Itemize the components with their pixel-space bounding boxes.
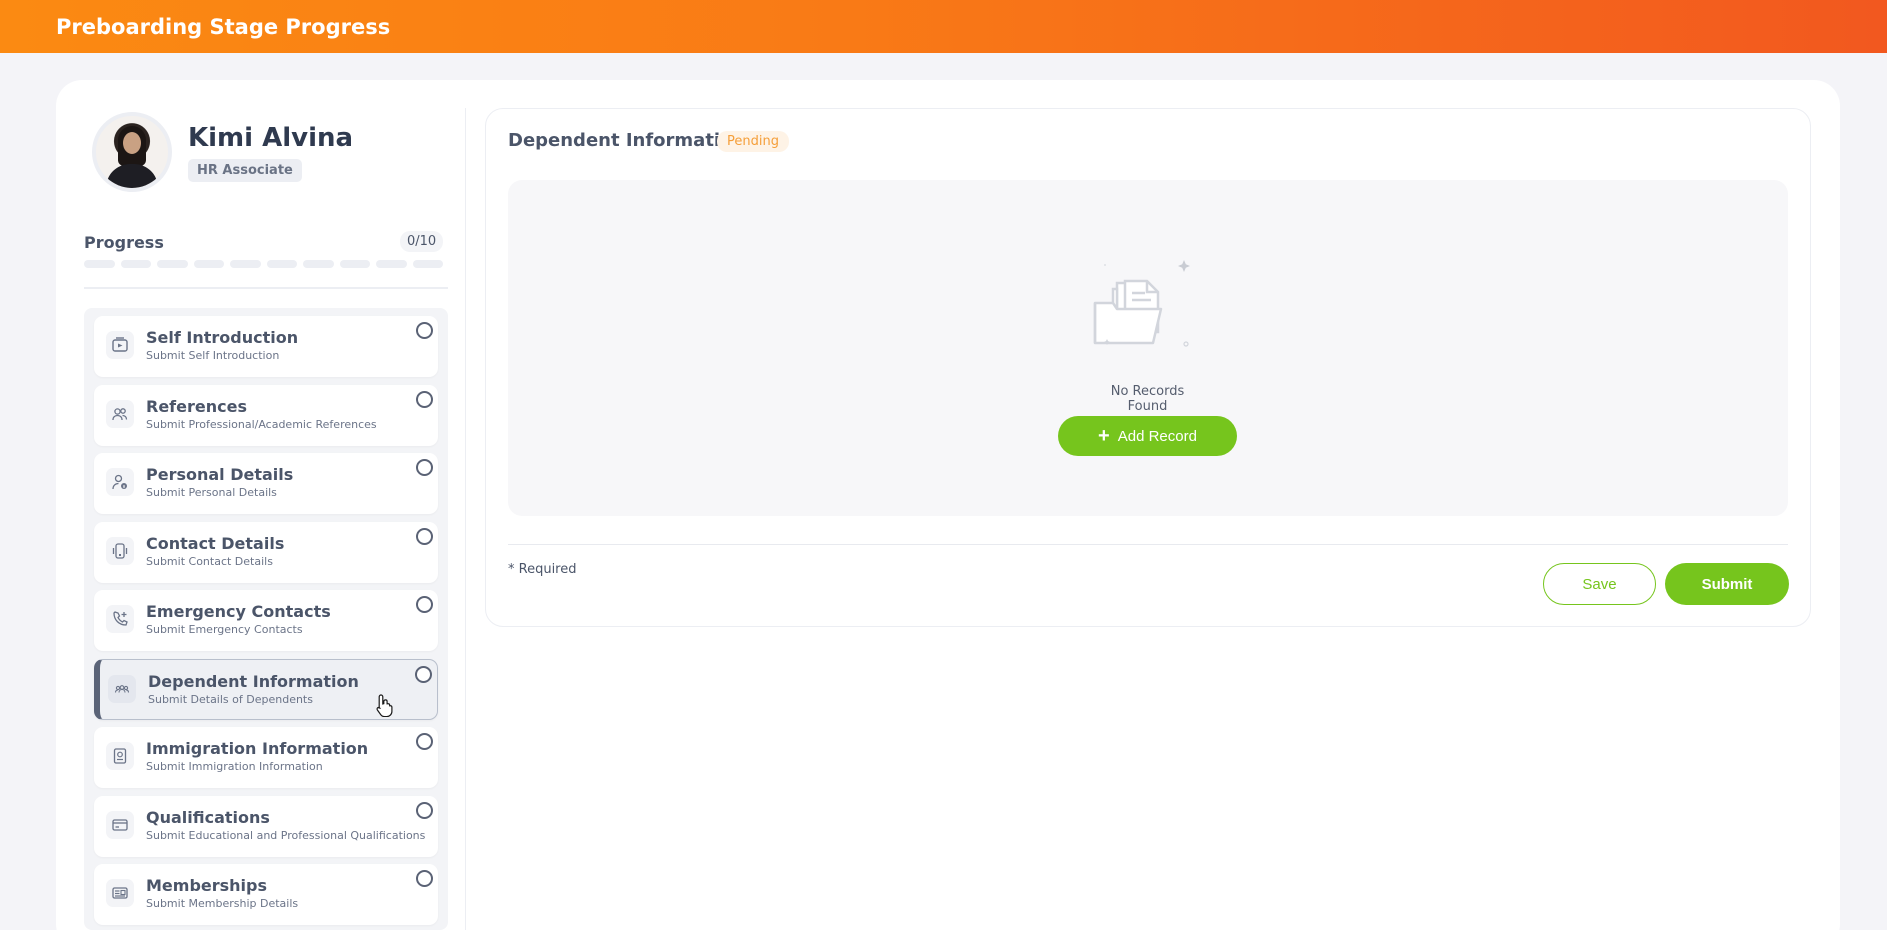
progress-segment (376, 260, 407, 268)
progress-segment (339, 260, 370, 268)
phone-vibrate-icon (106, 536, 134, 565)
step-subtitle: Submit Personal Details (146, 486, 277, 499)
step-subtitle: Submit Emergency Contacts (146, 623, 303, 636)
status-radio (416, 322, 433, 339)
step-subtitle: Submit Professional/Academic References (146, 417, 377, 431)
step-qualifications[interactable]: Qualifications Submit Educational and Pr… (94, 795, 438, 857)
step-title: Immigration Information (146, 739, 369, 758)
status-badge: Pending (717, 131, 789, 152)
required-note: * Required (508, 562, 577, 577)
progress-segment (303, 260, 334, 268)
progress-count: 0/10 (400, 231, 444, 252)
step-title: Contact Details (146, 533, 285, 553)
step-subtitle: Submit Details of Dependents (148, 692, 313, 706)
empty-folder-icon (1085, 253, 1195, 367)
add-record-button[interactable]: + Add Record (1058, 416, 1237, 456)
progress-segment (84, 260, 115, 268)
divider (465, 108, 466, 930)
status-radio (416, 459, 433, 476)
user-info-icon (106, 468, 134, 496)
step-title: Memberships (146, 876, 268, 895)
progress-segment (120, 260, 151, 268)
page-title: Preboarding Stage Progress (56, 14, 391, 39)
step-contact-details[interactable]: Contact Details Submit Contact Details (94, 521, 438, 583)
card-icon (106, 810, 134, 839)
progress-segment (266, 260, 297, 268)
add-record-label: Add Record (1117, 427, 1197, 445)
id-card-icon (106, 879, 134, 907)
step-title: Emergency Contacts (146, 602, 331, 621)
progress-segment (157, 260, 188, 268)
step-subtitle: Submit Membership Details (146, 897, 299, 910)
people-icon (106, 399, 134, 428)
progress-segment (193, 260, 224, 268)
step-title: Self Introduction (146, 328, 299, 347)
empty-message: No Records Found (1110, 384, 1185, 414)
step-immigration-information[interactable]: Immigration Information Submit Immigrati… (94, 727, 438, 788)
step-subtitle: Submit Self Introduction (146, 349, 280, 362)
status-radio (416, 527, 433, 545)
status-radio (416, 801, 433, 819)
step-subtitle: Submit Educational and Professional Qual… (146, 828, 426, 842)
role-badge: HR Associate (188, 158, 302, 182)
step-subtitle: Submit Immigration Information (146, 760, 323, 773)
progress-bar (84, 260, 443, 268)
panel-title: Dependent Information (508, 130, 746, 151)
progress-segment (412, 260, 443, 268)
progress-segment (230, 260, 261, 268)
status-radio (416, 390, 433, 408)
plus-icon: + (1098, 425, 1110, 447)
passport-icon (106, 742, 134, 770)
step-list[interactable]: Self Introduction Submit Self Introducti… (84, 308, 448, 930)
phone-add-icon (106, 605, 134, 633)
profile-name: Kimi Alvina (188, 122, 354, 153)
divider (508, 544, 1788, 545)
submit-button[interactable]: Submit (1665, 563, 1789, 605)
step-title: References (146, 396, 247, 416)
step-memberships[interactable]: Memberships Submit Membership Details (94, 864, 438, 925)
step-subtitle: Submit Contact Details (146, 554, 273, 568)
step-personal-details[interactable]: Personal Details Submit Personal Details (94, 453, 438, 514)
hand-cursor-icon (376, 693, 394, 721)
divider (84, 287, 448, 289)
status-radio (415, 665, 432, 683)
profile-header: Kimi Alvina HR Associate (92, 112, 353, 192)
avatar (92, 112, 172, 192)
step-title: Qualifications (146, 807, 270, 827)
save-button[interactable]: Save (1543, 563, 1656, 605)
step-references[interactable]: References Submit Professional/Academic … (94, 384, 438, 446)
step-emergency-contacts[interactable]: Emergency Contacts Submit Emergency Cont… (94, 590, 438, 651)
status-radio (416, 870, 433, 887)
step-self-introduction[interactable]: Self Introduction Submit Self Introducti… (94, 316, 438, 377)
progress-label: Progress (84, 233, 164, 252)
status-radio (416, 733, 433, 750)
step-title: Dependent Information (148, 671, 359, 691)
top-bar: Preboarding Stage Progress (0, 0, 1887, 53)
step-title: Personal Details (146, 465, 294, 484)
video-icon (106, 331, 134, 359)
status-radio (416, 596, 433, 613)
group-icon (108, 674, 136, 703)
